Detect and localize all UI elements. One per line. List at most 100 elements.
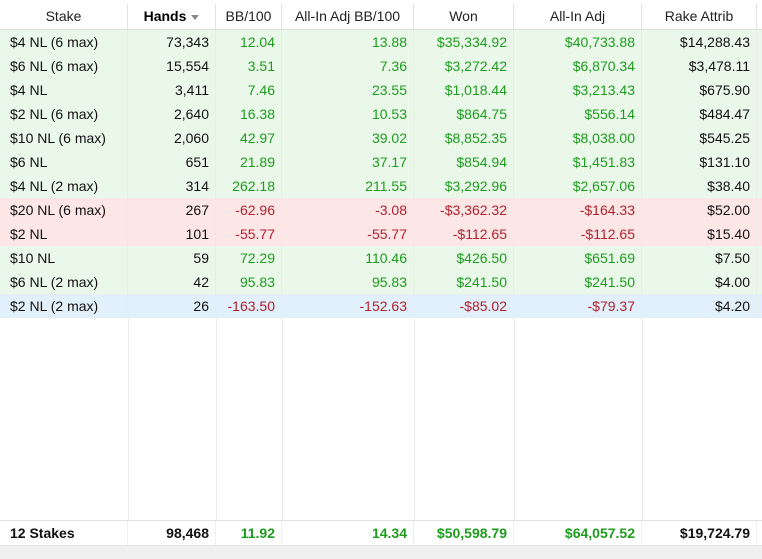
cell-rake-attrib: $7.50 <box>642 246 757 270</box>
cell-won: $8,852.35 <box>414 126 514 150</box>
cell-stake: $2 NL (2 max) <box>0 294 128 318</box>
cell-rake-attrib: $38.40 <box>642 174 757 198</box>
cell-allin-adj-bb100: -55.77 <box>282 222 414 246</box>
cell-hands: 59 <box>128 246 216 270</box>
cell-allin-adj: $3,213.43 <box>514 78 642 102</box>
footer-hands-total: 98,468 <box>128 521 216 545</box>
cell-stake: $6 NL <box>0 150 128 174</box>
cell-allin-adj-bb100: 10.53 <box>282 102 414 126</box>
cell-bb100: 3.51 <box>216 54 282 78</box>
cell-allin-adj-bb100: -152.63 <box>282 294 414 318</box>
column-header-label: Won <box>449 8 478 24</box>
cell-won: -$112.65 <box>414 222 514 246</box>
cell-won: $426.50 <box>414 246 514 270</box>
cell-stake: $4 NL <box>0 78 128 102</box>
cell-allin-adj-bb100: 13.88 <box>282 30 414 54</box>
table-row[interactable]: $2 NL (6 max) 2,640 16.38 10.53 $864.75 $556.… <box>0 102 762 126</box>
stakes-table: Stake Hands BB/100 All-In Adj BB/100 Won… <box>0 0 762 559</box>
column-header-allin-adj[interactable]: All-In Adj <box>514 4 642 29</box>
cell-allin-adj: $556.14 <box>514 102 642 126</box>
cell-won: $35,334.92 <box>414 30 514 54</box>
table-row[interactable]: $6 NL (2 max) 42 95.83 95.83 $241.50 $241.50 $… <box>0 270 762 294</box>
table-row[interactable]: $2 NL (2 max) 26 -163.50 -152.63 -$85.02 -$79… <box>0 294 762 318</box>
cell-allin-adj-bb100: 23.55 <box>282 78 414 102</box>
table-row[interactable]: $4 NL (6 max) 73,343 12.04 13.88 $35,334.92 $… <box>0 30 762 54</box>
cell-bb100: 21.89 <box>216 150 282 174</box>
horizontal-scrollbar[interactable] <box>0 545 762 559</box>
cell-allin-adj: -$112.65 <box>514 222 642 246</box>
table-row[interactable]: $2 NL 101 -55.77 -55.77 -$112.65 -$112.65 $15.… <box>0 222 762 246</box>
cell-stake: $10 NL <box>0 246 128 270</box>
cell-stake: $2 NL <box>0 222 128 246</box>
cell-won: $864.75 <box>414 102 514 126</box>
cell-rake-attrib: $15.40 <box>642 222 757 246</box>
table-row[interactable]: $4 NL (2 max) 314 262.18 211.55 $3,292.96 $2,… <box>0 174 762 198</box>
cell-rake-attrib: $131.10 <box>642 150 757 174</box>
cell-won: $3,272.42 <box>414 54 514 78</box>
cell-bb100: -55.77 <box>216 222 282 246</box>
cell-allin-adj: $40,733.88 <box>514 30 642 54</box>
footer-rake-attrib-total: $19,724.79 <box>642 521 757 545</box>
cell-hands: 2,060 <box>128 126 216 150</box>
cell-bb100: 262.18 <box>216 174 282 198</box>
cell-bb100: 72.29 <box>216 246 282 270</box>
cell-allin-adj: $2,657.06 <box>514 174 642 198</box>
cell-won: $1,018.44 <box>414 78 514 102</box>
cell-allin-adj-bb100: 37.17 <box>282 150 414 174</box>
table-row[interactable]: $20 NL (6 max) 267 -62.96 -3.08 -$3,362.32 -$… <box>0 198 762 222</box>
cell-stake: $4 NL (6 max) <box>0 30 128 54</box>
column-header-stake[interactable]: Stake <box>0 4 128 29</box>
cell-rake-attrib: $545.25 <box>642 126 757 150</box>
cell-rake-attrib: $3,478.11 <box>642 54 757 78</box>
cell-won: -$3,362.32 <box>414 198 514 222</box>
table-row[interactable]: $4 NL 3,411 7.46 23.55 $1,018.44 $3,213.43 $67… <box>0 78 762 102</box>
cell-rake-attrib: $14,288.43 <box>642 30 757 54</box>
sort-descending-icon <box>191 14 200 20</box>
footer-allin-adj-bb100-total: 14.34 <box>282 521 414 545</box>
cell-allin-adj-bb100: 95.83 <box>282 270 414 294</box>
cell-allin-adj: $241.50 <box>514 270 642 294</box>
table-row[interactable]: $6 NL 651 21.89 37.17 $854.94 $1,451.83 $131.1… <box>0 150 762 174</box>
cell-allin-adj-bb100: 7.36 <box>282 54 414 78</box>
column-header-label: BB/100 <box>225 8 272 24</box>
cell-allin-adj: $6,870.34 <box>514 54 642 78</box>
cell-allin-adj-bb100: -3.08 <box>282 198 414 222</box>
column-header-label: All-In Adj <box>549 8 606 24</box>
column-header-label: Stake <box>45 8 82 24</box>
cell-hands: 2,640 <box>128 102 216 126</box>
table-row[interactable]: $6 NL (6 max) 15,554 3.51 7.36 $3,272.42 $6,8… <box>0 54 762 78</box>
cell-stake: $20 NL (6 max) <box>0 198 128 222</box>
cell-hands: 314 <box>128 174 216 198</box>
footer-stake-count: 12 Stakes <box>0 521 128 545</box>
table-footer-totals: 12 Stakes 98,468 11.92 14.34 $50,598.79 … <box>0 520 762 545</box>
cell-hands: 101 <box>128 222 216 246</box>
column-header-label: Hands <box>143 8 187 24</box>
table-header: Stake Hands BB/100 All-In Adj BB/100 Won… <box>0 4 762 30</box>
footer-won-total: $50,598.79 <box>414 521 514 545</box>
cell-bb100: -62.96 <box>216 198 282 222</box>
table-row[interactable]: $10 NL (6 max) 2,060 42.97 39.02 $8,852.35 $8… <box>0 126 762 150</box>
cell-bb100: 16.38 <box>216 102 282 126</box>
column-header-won[interactable]: Won <box>414 4 514 29</box>
cell-hands: 42 <box>128 270 216 294</box>
cell-rake-attrib: $4.20 <box>642 294 757 318</box>
cell-allin-adj-bb100: 39.02 <box>282 126 414 150</box>
cell-allin-adj: -$164.33 <box>514 198 642 222</box>
cell-bb100: 42.97 <box>216 126 282 150</box>
cell-hands: 651 <box>128 150 216 174</box>
cell-rake-attrib: $4.00 <box>642 270 757 294</box>
cell-allin-adj: $8,038.00 <box>514 126 642 150</box>
table-row[interactable]: $10 NL 59 72.29 110.46 $426.50 $651.69 $7.50 <box>0 246 762 270</box>
column-header-hands[interactable]: Hands <box>128 4 216 29</box>
cell-stake: $2 NL (6 max) <box>0 102 128 126</box>
column-header-label: Rake Attrib <box>664 8 734 24</box>
column-header-rake-attrib[interactable]: Rake Attrib <box>642 4 757 29</box>
cell-stake: $6 NL (6 max) <box>0 54 128 78</box>
table-body: $4 NL (6 max) 73,343 12.04 13.88 $35,334.92 $… <box>0 30 762 318</box>
cell-bb100: -163.50 <box>216 294 282 318</box>
cell-allin-adj-bb100: 110.46 <box>282 246 414 270</box>
column-header-allin-adj-bb100[interactable]: All-In Adj BB/100 <box>282 4 414 29</box>
cell-rake-attrib: $484.47 <box>642 102 757 126</box>
cell-allin-adj-bb100: 211.55 <box>282 174 414 198</box>
column-header-bb100[interactable]: BB/100 <box>216 4 282 29</box>
